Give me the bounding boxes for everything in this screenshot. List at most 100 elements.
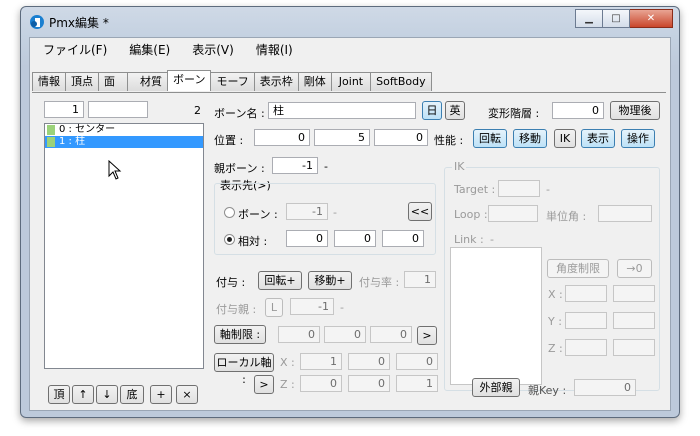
ik-target-label: Target : xyxy=(454,183,496,196)
ik-y-min-input[interactable] xyxy=(565,312,607,329)
menu-view[interactable]: 表示(V) xyxy=(183,41,243,58)
list-item[interactable]: 1 : 柱 xyxy=(45,136,203,148)
deform-layer-input[interactable]: 0 xyxy=(552,102,604,119)
position-z-input[interactable]: 0 xyxy=(374,129,428,146)
minimize-button[interactable]: ▁ xyxy=(575,9,603,28)
tab-material[interactable]: 材質 xyxy=(127,72,168,91)
display-target-relative-radio[interactable] xyxy=(224,234,235,245)
tab-strip: 情報 頂点 面 材質 ボーン モーフ 表示枠 剛体 Joint SoftBody xyxy=(32,70,432,92)
relative-x-input[interactable]: 0 xyxy=(286,230,328,247)
external-parent-button[interactable]: 外部親 xyxy=(472,378,520,397)
axis-z-input[interactable]: 0 xyxy=(370,326,412,343)
tab-face[interactable]: 面 xyxy=(98,72,128,91)
menu-info[interactable]: 情報(I) xyxy=(247,41,302,58)
grant-parent-local-button[interactable]: L xyxy=(265,298,283,317)
tab-softbody[interactable]: SoftBody xyxy=(370,72,432,91)
tab-rigid-body[interactable]: 剛体 xyxy=(297,72,332,91)
ik-loop-label: Loop : xyxy=(454,208,488,221)
reset-to-zero-button[interactable]: →0 xyxy=(617,259,652,278)
tab-bone[interactable]: ボーン xyxy=(167,70,212,91)
ik-y-max-input[interactable] xyxy=(613,312,655,329)
move-top-button[interactable]: 頂 xyxy=(48,385,70,404)
display-target-bone-input[interactable]: -1 xyxy=(286,203,328,220)
ik-unit-angle-label: 単位角 : xyxy=(546,210,587,223)
after-physics-button[interactable]: 物理後 xyxy=(610,101,660,120)
relative-y-input[interactable]: 0 xyxy=(334,230,376,247)
move-toggle[interactable]: 移動 xyxy=(513,129,547,148)
ik-z-min-input[interactable] xyxy=(565,339,607,356)
operate-toggle[interactable]: 操作 xyxy=(621,129,655,148)
english-name-button[interactable]: 英 xyxy=(445,101,465,120)
position-label: 位置 : xyxy=(214,134,244,147)
list-item[interactable]: 0 : センター xyxy=(45,124,203,136)
ik-x-max-input[interactable] xyxy=(613,285,655,302)
ik-z-max-input[interactable] xyxy=(613,339,655,356)
bone-index-input[interactable]: 1 xyxy=(44,101,84,118)
tab-vertex[interactable]: 頂点 xyxy=(65,72,99,91)
grant-move-button[interactable]: 移動+ xyxy=(308,271,352,290)
bone-name-label: ボーン名 : xyxy=(214,107,265,120)
bone-name-input[interactable]: 柱 xyxy=(268,102,416,119)
local-z2-input[interactable]: 0 xyxy=(348,375,390,392)
position-y-input[interactable]: 5 xyxy=(314,129,370,146)
grant-parent-input[interactable]: -1 xyxy=(290,298,334,315)
tab-display-frame[interactable]: 表示枠 xyxy=(253,72,299,91)
move-bottom-button[interactable]: 底 xyxy=(120,385,144,404)
move-up-button[interactable]: ↑ xyxy=(72,385,94,404)
move-down-button[interactable]: ↓ xyxy=(96,385,118,404)
position-x-input[interactable]: 0 xyxy=(254,129,310,146)
title-bar[interactable]: Pmx編集 * ▁ □ ✕ xyxy=(21,7,679,35)
parent-bone-label: 親ボーン : xyxy=(214,162,265,175)
japanese-name-button[interactable]: 日 xyxy=(422,101,442,120)
local-axis-arrow-button[interactable]: > xyxy=(254,375,274,394)
ik-toggle[interactable]: IK xyxy=(554,129,576,148)
visible-toggle[interactable]: 表示 xyxy=(581,129,615,148)
axis-limit-arrow-button[interactable]: > xyxy=(417,326,437,345)
tab-info[interactable]: 情報 xyxy=(32,72,66,91)
grant-rate-input[interactable]: 1 xyxy=(404,271,436,288)
local-x3-input[interactable]: 0 xyxy=(396,353,438,370)
ik-unit-angle-input[interactable] xyxy=(598,205,652,222)
ik-target-input[interactable] xyxy=(498,180,540,197)
ik-loop-input[interactable] xyxy=(488,205,538,222)
parent-bone-input[interactable]: -1 xyxy=(272,157,318,174)
local-x2-input[interactable]: 0 xyxy=(348,353,390,370)
ik-link-list[interactable] xyxy=(450,247,542,385)
axis-y-input[interactable]: 0 xyxy=(324,326,366,343)
local-z-label: Z : xyxy=(280,378,295,391)
bone-panel: 1 2 0 : センター 1 : 柱 頂 ↑ ↓ 底 + × ボーン名 : 柱 … xyxy=(32,92,666,407)
maximize-button[interactable]: □ xyxy=(603,9,630,28)
menu-edit[interactable]: 編集(E) xyxy=(120,41,179,58)
external-parent-key-label: 親Key : xyxy=(528,384,567,397)
close-button[interactable]: ✕ xyxy=(630,9,673,28)
grant-label: 付与 : xyxy=(216,276,246,289)
external-parent-key-input[interactable]: 0 xyxy=(574,379,636,396)
tab-joint[interactable]: Joint xyxy=(330,72,372,91)
grant-parent-name: - xyxy=(340,301,344,314)
add-button[interactable]: + xyxy=(150,385,172,404)
angle-limit-button[interactable]: 角度制限 xyxy=(547,259,609,278)
bone-list[interactable]: 0 : センター 1 : 柱 xyxy=(44,123,204,369)
axis-limit-button[interactable]: 軸制限 : xyxy=(214,325,266,344)
ik-link-name: - xyxy=(490,233,494,246)
delete-button[interactable]: × xyxy=(176,385,198,404)
app-icon xyxy=(30,15,44,29)
local-axis-button[interactable]: ローカル軸 : xyxy=(214,353,274,386)
display-target-bone-radio[interactable] xyxy=(224,207,235,218)
menu-file[interactable]: ファイル(F) xyxy=(34,41,116,58)
performance-label: 性能 : xyxy=(434,134,464,147)
local-z3-input[interactable]: 1 xyxy=(396,375,438,392)
rotate-toggle[interactable]: 回転 xyxy=(473,129,507,148)
ik-x-min-input[interactable] xyxy=(565,285,607,302)
local-x-label: X : xyxy=(280,356,295,369)
grant-parent-label: 付与親 : xyxy=(216,303,257,316)
display-target-select-button[interactable]: << xyxy=(408,202,432,221)
display-target-relative-label: 相対 : xyxy=(238,235,268,248)
relative-z-input[interactable]: 0 xyxy=(382,230,424,247)
tab-morph[interactable]: モーフ xyxy=(210,72,255,91)
grant-rotate-button[interactable]: 回転+ xyxy=(258,271,302,290)
local-x1-input[interactable]: 1 xyxy=(300,353,342,370)
bone-search-input[interactable] xyxy=(88,101,148,118)
local-z1-input[interactable]: 0 xyxy=(300,375,342,392)
axis-x-input[interactable]: 0 xyxy=(278,326,320,343)
